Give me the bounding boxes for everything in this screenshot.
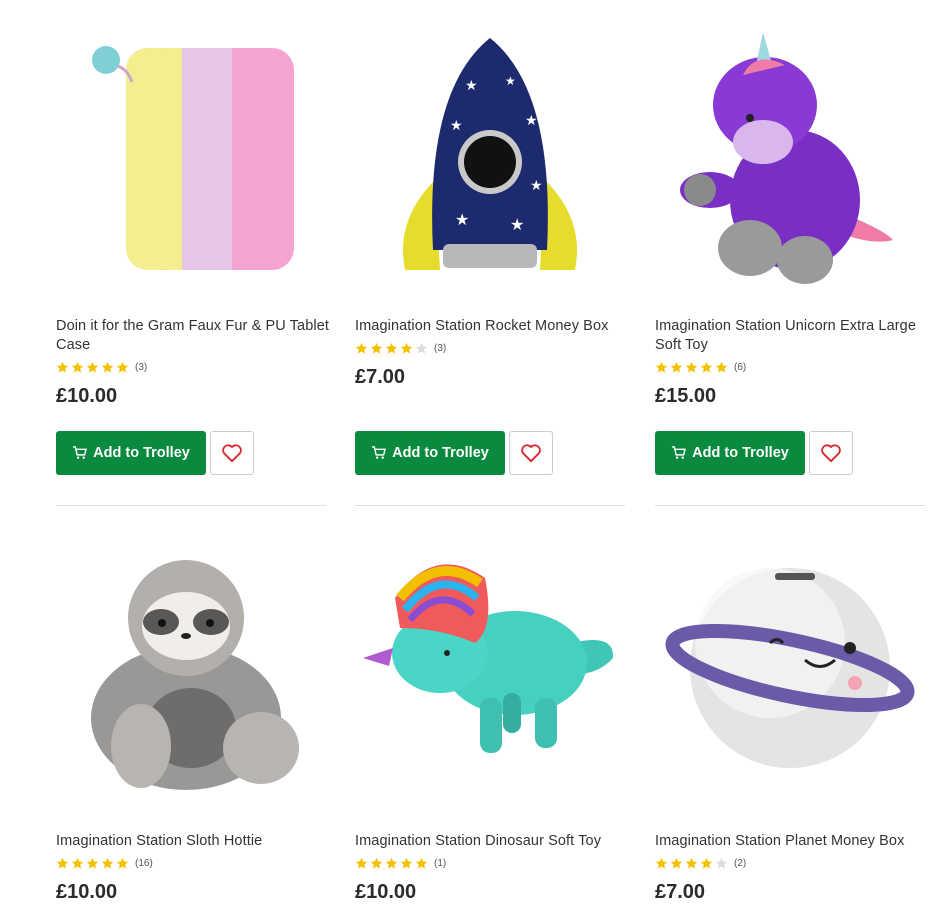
add-to-trolley-label: Add to Trolley <box>93 445 190 461</box>
heart-icon <box>821 444 841 463</box>
trolley-icon <box>672 446 687 459</box>
svg-text:★: ★ <box>450 117 463 133</box>
star-filled-icon <box>355 857 368 869</box>
star-filled-icon <box>116 361 129 373</box>
star-filled-icon <box>385 342 398 354</box>
star-rating <box>56 361 129 374</box>
add-to-trolley-label: Add to Trolley <box>692 445 789 461</box>
product-title[interactable]: Imagination Station Rocket Money Box <box>355 317 630 336</box>
product-price: £10.00 <box>56 385 118 407</box>
star-filled-icon <box>101 361 114 373</box>
star-filled-icon <box>685 361 698 373</box>
star-filled-icon <box>56 857 69 869</box>
star-rating <box>56 857 129 870</box>
svg-text:★: ★ <box>505 74 516 88</box>
svg-text:★: ★ <box>455 212 469 229</box>
star-filled-icon <box>71 361 84 373</box>
review-count[interactable]: (1) <box>434 858 446 869</box>
review-count[interactable]: (3) <box>135 362 147 373</box>
review-count[interactable]: (3) <box>434 343 446 354</box>
star-filled-icon <box>655 361 668 373</box>
star-filled-icon <box>700 361 713 373</box>
product-rating: (3) <box>56 360 147 374</box>
product-rating: (16) <box>56 856 153 870</box>
divider <box>56 505 326 506</box>
star-rating <box>355 857 428 870</box>
star-filled-icon <box>400 857 413 869</box>
product-image-dinosaur-soft-toy[interactable] <box>355 548 625 808</box>
trolley-icon <box>73 446 88 459</box>
add-to-trolley-button[interactable]: Add to Trolley <box>56 431 206 475</box>
svg-text:★: ★ <box>530 177 543 193</box>
star-filled-icon <box>355 342 368 354</box>
product-title[interactable]: Imagination Station Dinosaur Soft Toy <box>355 832 630 851</box>
divider <box>655 505 925 506</box>
divider <box>355 505 625 506</box>
product-image-unicorn-soft-toy[interactable] <box>655 30 925 290</box>
product-rating: (6) <box>655 360 746 374</box>
wishlist-button[interactable] <box>210 431 254 475</box>
product-image-rocket-money-box[interactable]: ★ ★ ★ ★ ★ ★ ★ <box>355 30 625 290</box>
star-filled-icon <box>655 857 668 869</box>
product-price: £15.00 <box>655 385 717 407</box>
add-to-trolley-button[interactable]: Add to Trolley <box>655 431 805 475</box>
product-rating: (2) <box>655 856 746 870</box>
star-filled-icon <box>715 361 728 373</box>
star-filled-icon <box>400 342 413 354</box>
svg-text:★: ★ <box>465 77 478 93</box>
star-filled-icon <box>86 361 99 373</box>
star-filled-icon <box>700 857 713 869</box>
star-filled-icon <box>101 857 114 869</box>
wishlist-button[interactable] <box>809 431 853 475</box>
product-image-sloth-hottie[interactable] <box>56 548 326 808</box>
product-price: £10.00 <box>355 881 417 903</box>
star-filled-icon <box>685 857 698 869</box>
star-filled-icon <box>670 361 683 373</box>
product-price: £7.00 <box>355 366 406 388</box>
product-title[interactable]: Doin it for the Gram Faux Fur & PU Table… <box>56 317 331 355</box>
star-filled-icon <box>385 857 398 869</box>
svg-text:★: ★ <box>525 112 538 128</box>
product-image-fur-tablet-case[interactable] <box>56 30 326 290</box>
star-filled-icon <box>370 342 383 354</box>
star-filled-icon <box>116 857 129 869</box>
heart-icon <box>222 444 242 463</box>
product-rating: (1) <box>355 856 446 870</box>
product-rating: (3) <box>355 341 446 355</box>
star-empty-icon <box>715 857 728 869</box>
wishlist-button[interactable] <box>509 431 553 475</box>
star-filled-icon <box>56 361 69 373</box>
star-filled-icon <box>415 857 428 869</box>
star-filled-icon <box>71 857 84 869</box>
star-filled-icon <box>370 857 383 869</box>
review-count[interactable]: (2) <box>734 858 746 869</box>
heart-icon <box>521 444 541 463</box>
product-title[interactable]: Imagination Station Planet Money Box <box>655 832 930 851</box>
add-to-trolley-label: Add to Trolley <box>392 445 489 461</box>
star-filled-icon <box>670 857 683 869</box>
star-empty-icon <box>415 342 428 354</box>
review-count[interactable]: (16) <box>135 858 153 869</box>
review-count[interactable]: (6) <box>734 362 746 373</box>
product-title[interactable]: Imagination Station Unicorn Extra Large … <box>655 317 930 355</box>
star-filled-icon <box>86 857 99 869</box>
svg-text:★: ★ <box>510 217 524 234</box>
product-title[interactable]: Imagination Station Sloth Hottie <box>56 832 331 851</box>
star-rating <box>655 857 728 870</box>
product-price: £7.00 <box>655 881 706 903</box>
add-to-trolley-button[interactable]: Add to Trolley <box>355 431 505 475</box>
product-image-planet-money-box[interactable] <box>655 548 925 808</box>
trolley-icon <box>372 446 387 459</box>
product-price: £10.00 <box>56 881 118 903</box>
star-rating <box>655 361 728 374</box>
star-rating <box>355 342 428 355</box>
